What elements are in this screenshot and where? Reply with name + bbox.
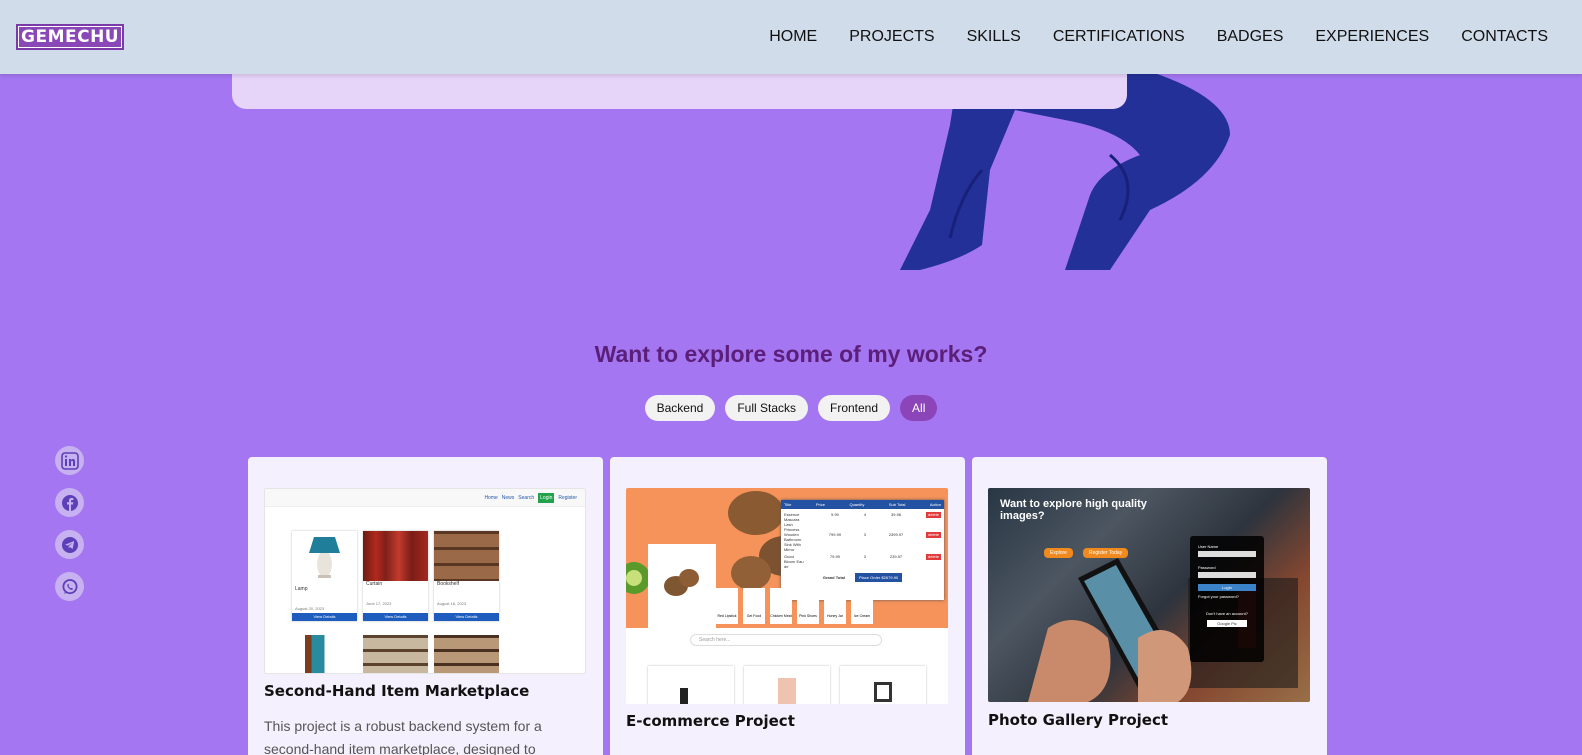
thumb-login-box: User Name Password Login Forgot your pas… [1190,536,1264,662]
project-thumbnail-photo-gallery: Want to explore high quality images? Exp… [988,488,1310,702]
cart-header-action: Action [929,502,941,507]
thumb-login-user-label: User Name [1198,544,1219,549]
thumb-item-curtain: Curtain June 17, 2023 View Details [363,531,428,621]
cart-row-qty: 3 [863,532,867,537]
thumb-product: Pink Shoes [797,588,819,624]
thumb-view-details: View Details [434,613,499,621]
thumb-login-password-label: Password [1198,565,1216,570]
nav-contacts[interactable]: CONTACTS [1461,28,1548,46]
thumb-item-date: June 17, 2023 [366,601,392,606]
thumb-navbar: Home News Search Login Register [265,489,585,507]
project-title: Photo Gallery Project [988,711,1169,729]
facebook-icon[interactable] [55,488,84,517]
social-links [55,446,84,601]
main-nav: HOME PROJECTS SKILLS CERTIFICATIONS BADG… [769,28,1548,46]
thumb-explore-button: Explore [1044,548,1073,558]
project-card-photo-gallery[interactable]: Want to explore high quality images? Exp… [972,457,1327,755]
filter-backend[interactable]: Backend [644,395,716,421]
telegram-icon[interactable] [55,530,84,559]
nav-experiences[interactable]: EXPERIENCES [1315,28,1429,46]
cart-row-qty: 4 [863,512,867,517]
thumb-nav-register: Register [558,494,577,501]
thumb-register-button: Register Today [1082,548,1129,558]
nav-badges[interactable]: BADGES [1217,28,1284,46]
cart-header-quantity: Quantity [849,502,865,507]
cart-row: Wooden Bathroom Sink With Mirror 799.99 … [781,529,944,552]
thumb-headline: Want to explore high quality images? [1000,498,1147,522]
cart-header-price: Price [815,502,825,507]
cart-row-title: Essence Mascara Lash Princess [784,512,800,532]
project-title: Second-Hand Item Marketplace [264,682,530,700]
thumb-item-date: August 18, 2023 [437,601,467,606]
nav-home[interactable]: HOME [769,28,817,46]
thumb-item-date: August 20, 2023 [295,606,325,611]
thumb-nav-login: Login [538,492,555,503]
thumb-item-bookshelf: Bookshelf August 18, 2023 View Details [434,531,499,621]
thumb-login-no-account: Don't have an account? [1206,611,1248,616]
cart-row-title: Gucci Bloom Eau de [784,554,804,569]
project-thumbnail-marketplace: Home News Search Login Register Lamp Aug… [264,488,586,674]
project-card-marketplace[interactable]: Home News Search Login Register Lamp Aug… [248,457,603,755]
project-title: E-commerce Project [626,712,795,730]
thumb-nav-home: Home [484,494,498,501]
cart-row-subtotal: 2399.97 [888,532,904,537]
thumb-item-lamp: Lamp August 20, 2023 View Details [292,531,357,621]
cart-row-delete: delete [926,512,941,518]
top-navbar: GEMECHU HOME PROJECTS SKILLS CERTIFICATI… [0,0,1582,74]
project-thumbnail-ecommerce: Title Price Quantity Sub Total Action Es… [626,488,948,704]
thumb-product: Chicken Meat [770,588,792,624]
thumb-nav-search: Search [518,494,535,501]
project-description: This project is a robust backend system … [264,718,542,755]
thumb-product: Red Lipstick [716,588,738,624]
cart-row-price: 79.99 [829,554,840,559]
project-filter-group: Backend Full Stacks Frontend All [0,395,1582,421]
filter-all[interactable]: All [900,395,938,421]
whatsapp-icon[interactable] [55,572,84,601]
linkedin-icon[interactable] [55,446,84,475]
thumb-product: Gel Food [743,588,765,624]
thumb-product: Honey Jar [824,588,846,624]
project-card-ecommerce[interactable]: Title Price Quantity Sub Total Action Es… [610,457,965,755]
cart-row: Essence Mascara Lash Princess 9.99 4 39.… [781,509,944,532]
cart-row-subtotal: 239.97 [889,554,903,559]
thumb-view-details: View Details [363,613,428,621]
thumb-product-strip: Red Lipstick Gel Food Chicken Meat Pink … [716,588,873,624]
cart-row-subtotal: 39.96 [891,512,902,517]
thumb-item-grid: Lamp August 20, 2023 View Details Curtai… [292,531,499,621]
thumb-item-grid-row2 [292,635,499,673]
cart-row-price: 9.99 [831,512,839,517]
thumb-login-forgot: Forgot your password? [1198,594,1239,599]
thumb-cta-buttons: Explore Register Today [1044,548,1129,558]
nav-projects[interactable]: PROJECTS [849,28,934,46]
site-logo[interactable]: GEMECHU [16,24,125,50]
thumb-login-google: Google Pic [1207,620,1247,627]
thumb-nav-news: News [501,494,515,501]
filter-frontend[interactable]: Frontend [818,395,891,421]
nav-skills[interactable]: SKILLS [967,28,1021,46]
cart-grand-total: Grand Total [822,575,845,580]
cart-row-price: 799.99 [828,532,842,537]
works-section-title: Want to explore some of my works? [594,341,988,367]
cart-row-delete: delete [926,532,941,538]
thumb-product: Ice Cream [851,588,873,624]
thumb-item-name: Bookshelf [437,581,459,587]
nav-certifications[interactable]: CERTIFICATIONS [1053,28,1185,46]
cart-row-title: Wooden Bathroom Sink With Mirror [784,532,802,552]
cart-place-order: Place Order $2679.90 [855,573,903,582]
cart-row: Gucci Bloom Eau de 79.99 3 239.97 delete [781,551,944,571]
thumb-search-bar: Search here... [690,634,882,646]
thumb-login-button: Login [1198,584,1256,591]
cart-header-title: Title [784,502,792,507]
cart-header-subtotal: Sub Total [888,502,906,507]
thumb-view-details: View Details [292,613,357,621]
thumb-item-name: Lamp [295,586,308,592]
cart-row-qty: 3 [863,554,867,559]
thumb-item-name: Curtain [366,581,383,587]
thumb-cart-table: Title Price Quantity Sub Total Action Es… [781,500,944,600]
cart-row-delete: delete [926,554,941,560]
thumb-login-password-field [1198,572,1256,578]
thumb-login-user-field [1198,551,1256,557]
thumb-product-grid [648,666,926,704]
filter-full-stacks[interactable]: Full Stacks [725,395,808,421]
